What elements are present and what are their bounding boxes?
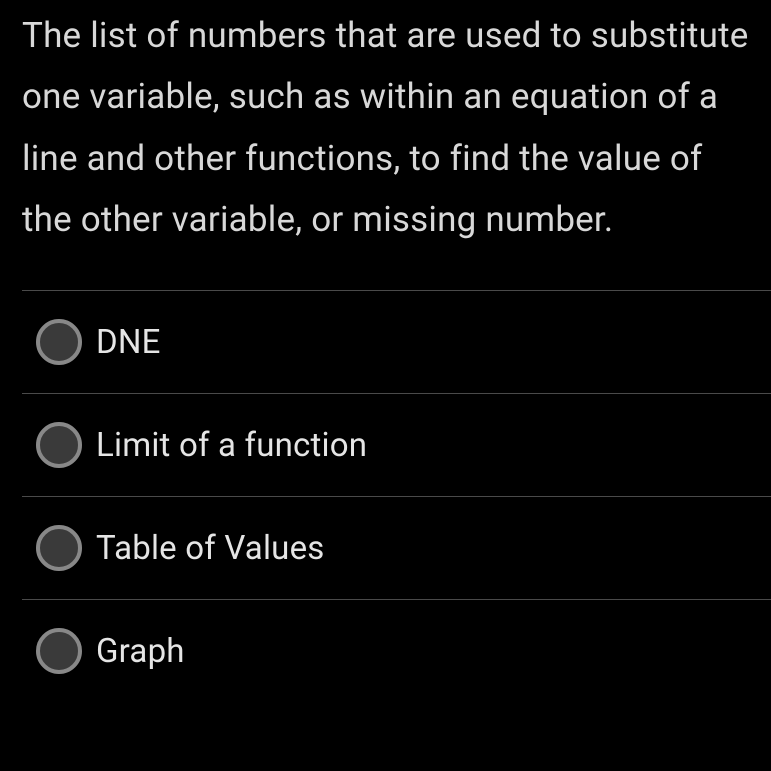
option-row-3[interactable]: Graph [22, 599, 771, 702]
radio-icon [36, 422, 82, 468]
option-label: DNE [96, 323, 161, 362]
radio-icon [36, 628, 82, 674]
option-label: Table of Values [96, 529, 325, 568]
option-row-2[interactable]: Table of Values [22, 496, 771, 599]
option-row-0[interactable]: DNE [22, 290, 771, 393]
option-label: Limit of a function [96, 426, 367, 465]
option-label: Graph [96, 632, 185, 671]
option-row-1[interactable]: Limit of a function [22, 393, 771, 496]
radio-icon [36, 319, 82, 365]
options-container: DNE Limit of a function Table of Values … [0, 290, 771, 702]
quiz-question-container: The list of numbers that are used to sub… [0, 0, 771, 702]
radio-icon [36, 525, 82, 571]
question-text: The list of numbers that are used to sub… [0, 0, 771, 290]
